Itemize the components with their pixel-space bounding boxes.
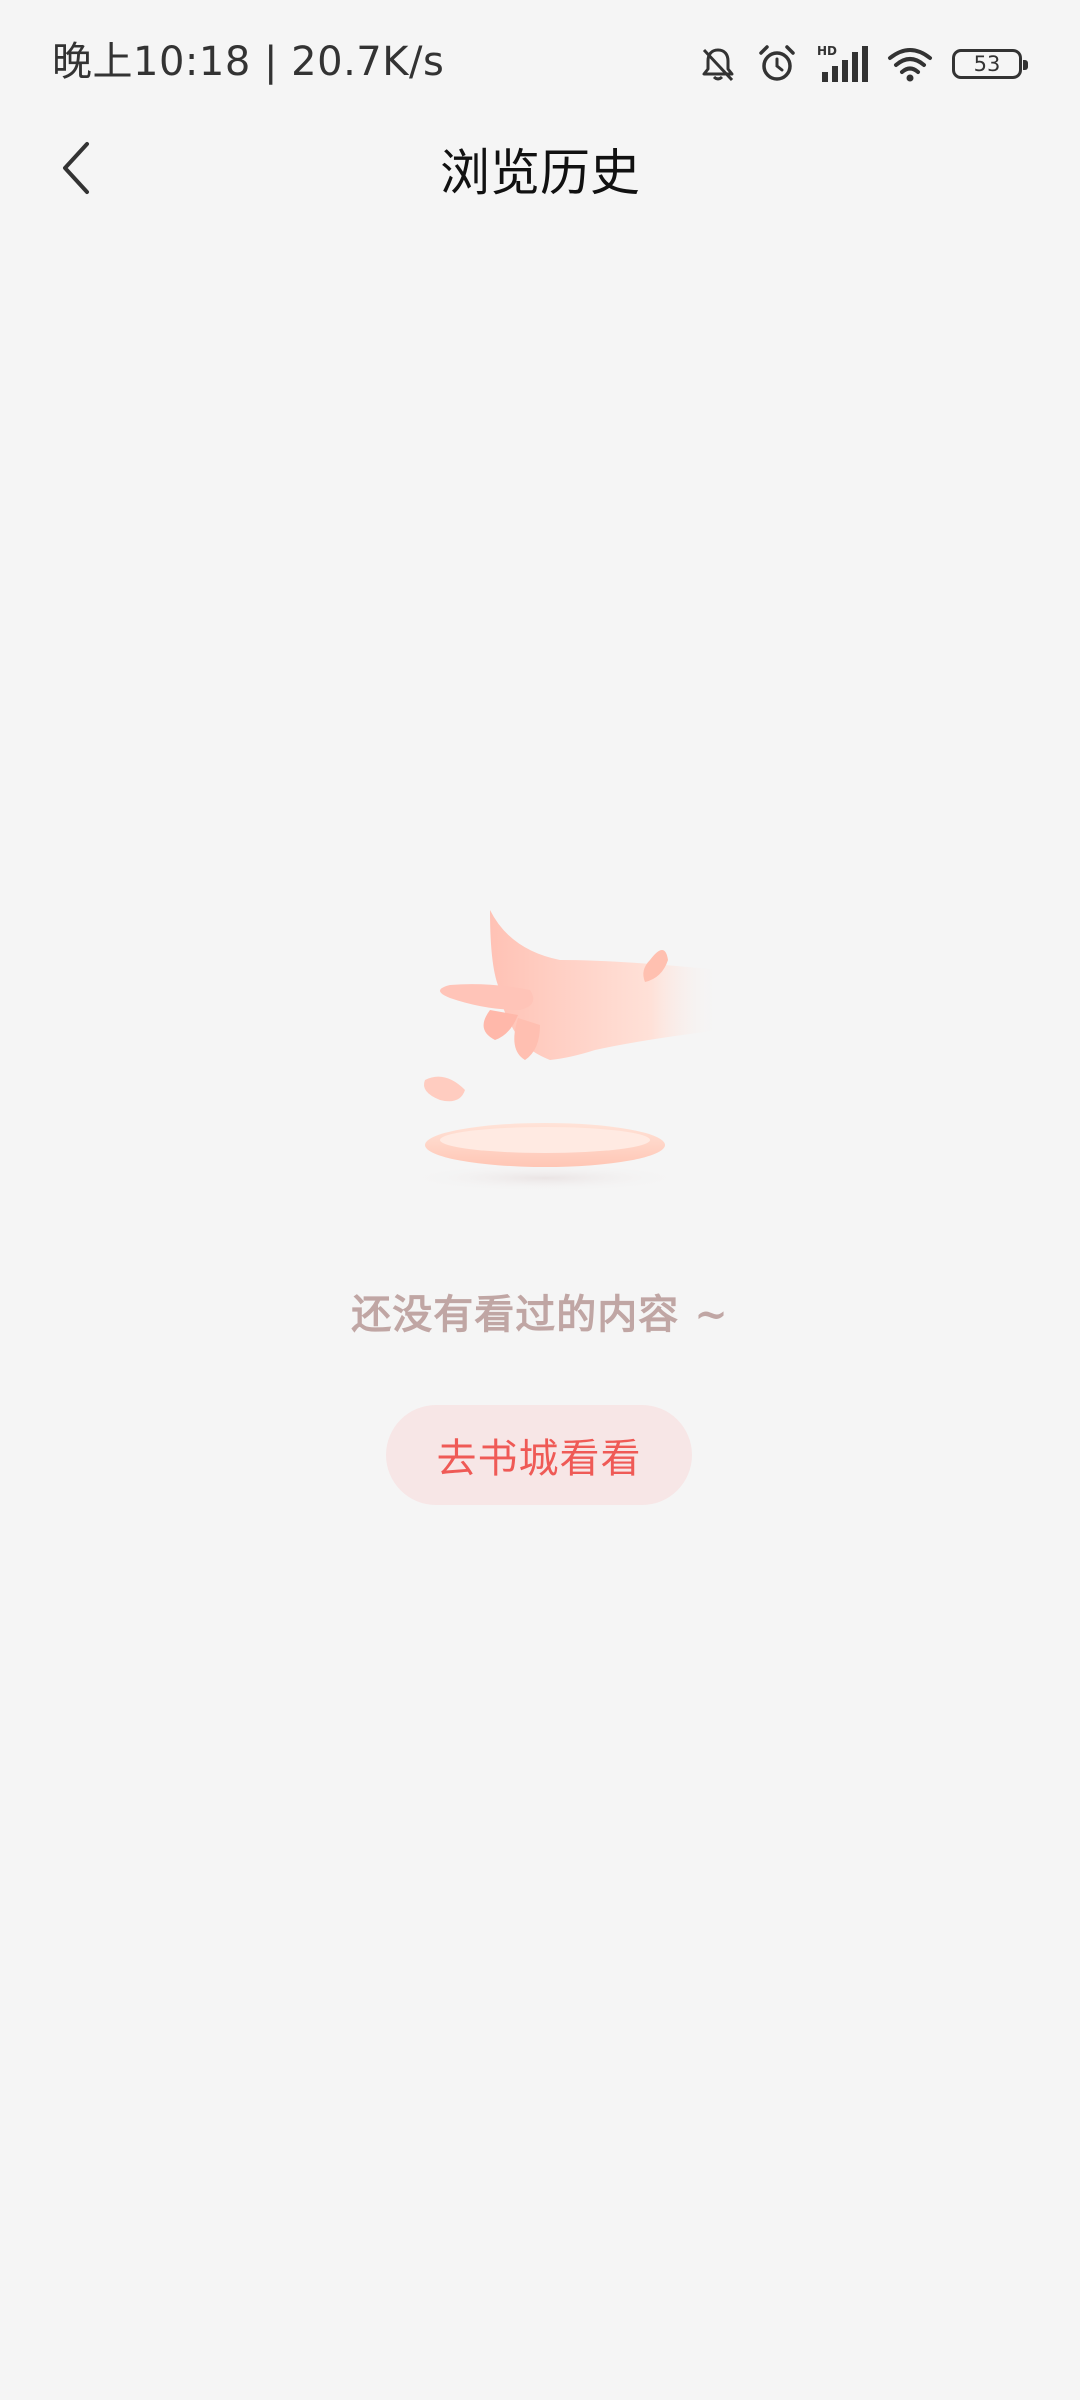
alarm-icon: [756, 43, 798, 85]
status-time: 晚上10:18 | 20.7K/s: [52, 39, 445, 85]
empty-state-message: 还没有看过的内容 ~: [351, 1291, 729, 1338]
hd-signal-icon: HD: [816, 44, 868, 84]
status-icons: HD 53: [698, 40, 1028, 88]
page-title: 浏览历史: [440, 144, 640, 202]
battery-icon: 53: [952, 49, 1028, 79]
bell-muted-icon: [698, 44, 738, 84]
battery-level: 53: [973, 52, 1001, 76]
go-to-bookstore-label: 去书城看看: [436, 1436, 642, 1482]
svg-text:HD: HD: [817, 44, 837, 58]
wifi-icon: [886, 44, 934, 84]
status-bar: 晚上10:18 | 20.7K/s HD 53: [0, 0, 1080, 120]
empty-state-illustration: [390, 890, 720, 1200]
go-to-bookstore-button[interactable]: 去书城看看: [386, 1405, 692, 1505]
header: 浏览历史: [0, 118, 1080, 228]
